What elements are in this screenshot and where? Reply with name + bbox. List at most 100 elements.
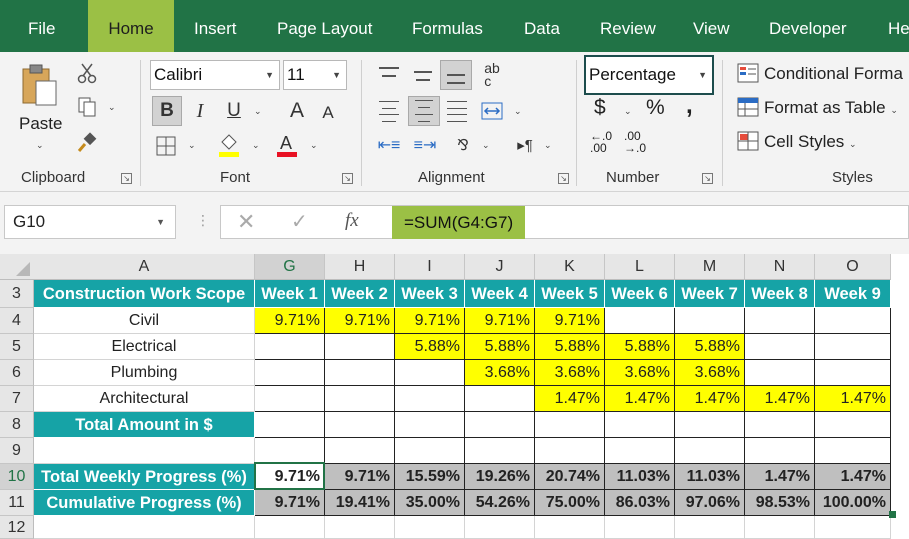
currency-dropdown-icon[interactable]: ⌄ <box>624 106 632 117</box>
formula-input-area[interactable]: ✕ ✓ fx =SUM(G4:G7) <box>220 205 909 239</box>
cell-j7[interactable] <box>465 386 535 412</box>
fill-color-dropdown-icon[interactable]: ⌄ <box>252 140 260 151</box>
cell-o4[interactable] <box>815 308 891 334</box>
align-center-icon[interactable] <box>408 96 440 126</box>
column-header-g[interactable]: G <box>255 254 325 280</box>
column-header-k[interactable]: K <box>535 254 605 280</box>
cell-j12[interactable] <box>465 516 535 539</box>
cell-k10[interactable]: 20.74% <box>535 464 605 490</box>
cell-k9[interactable] <box>535 438 605 464</box>
cell-k6[interactable]: 3.68% <box>535 360 605 386</box>
cell-i10[interactable]: 15.59% <box>395 464 465 490</box>
cell-h11[interactable]: 19.41% <box>325 490 395 516</box>
cell-k8[interactable] <box>535 412 605 438</box>
cell-o3[interactable]: Week 9 <box>815 280 891 308</box>
clipboard-launcher-icon[interactable]: ↘ <box>121 173 132 184</box>
cell-a9[interactable] <box>34 438 255 464</box>
column-header-i[interactable]: I <box>395 254 465 280</box>
paste-dropdown-icon[interactable]: ⌄ <box>36 140 44 151</box>
increase-font-size-button[interactable]: A <box>284 96 310 126</box>
row-header-10[interactable]: 10 <box>0 464 34 490</box>
cell-n8[interactable] <box>745 412 815 438</box>
formula-input[interactable]: =SUM(G4:G7) <box>392 206 526 239</box>
cell-l12[interactable] <box>605 516 675 539</box>
cell-m5[interactable]: 5.88% <box>675 334 745 360</box>
cell-n7[interactable]: 1.47% <box>745 386 815 412</box>
cell-j9[interactable] <box>465 438 535 464</box>
cell-h6[interactable] <box>325 360 395 386</box>
cell-i9[interactable] <box>395 438 465 464</box>
cell-m12[interactable] <box>675 516 745 539</box>
row-header-6[interactable]: 6 <box>0 360 34 386</box>
align-left-icon[interactable] <box>376 98 402 124</box>
cell-o8[interactable] <box>815 412 891 438</box>
cell-n11[interactable]: 98.53% <box>745 490 815 516</box>
cell-g10[interactable]: 9.71% <box>255 464 325 490</box>
tab-help[interactable]: He <box>888 0 909 52</box>
tab-review[interactable]: Review <box>600 0 656 52</box>
underline-button[interactable]: U <box>220 96 248 126</box>
cell-k11[interactable]: 75.00% <box>535 490 605 516</box>
paragraph-direction-icon[interactable]: ▸¶ <box>510 132 540 158</box>
cell-g8[interactable] <box>255 412 325 438</box>
cell-g7[interactable] <box>255 386 325 412</box>
font-color-dropdown-icon[interactable]: ⌄ <box>310 140 318 151</box>
cell-l8[interactable] <box>605 412 675 438</box>
cell-a3[interactable]: Construction Work Scope <box>34 280 255 308</box>
merge-dropdown-icon[interactable]: ⌄ <box>514 106 522 117</box>
format-painter-icon[interactable] <box>74 130 100 156</box>
tab-page-layout[interactable]: Page Layout <box>277 0 372 52</box>
decrease-decimal-button[interactable]: .00 →.0 <box>624 130 646 154</box>
borders-dropdown-icon[interactable]: ⌄ <box>188 140 196 151</box>
cell-l10[interactable]: 11.03% <box>605 464 675 490</box>
cell-o12[interactable] <box>815 516 891 539</box>
tab-file[interactable]: File <box>28 0 55 52</box>
orientation-icon[interactable]: ab c <box>478 60 506 90</box>
row-header-12[interactable]: 12 <box>0 516 34 539</box>
increase-decimal-button[interactable]: ←.0 .00 <box>590 130 612 154</box>
text-direction-dropdown-icon[interactable]: ⌄ <box>482 140 490 151</box>
tab-home[interactable]: Home <box>88 0 174 52</box>
cell-a8[interactable]: Total Amount in $ <box>34 412 255 438</box>
cell-a11[interactable]: Cumulative Progress (%) <box>34 490 255 516</box>
cell-l11[interactable]: 86.03% <box>605 490 675 516</box>
row-header-11[interactable]: 11 <box>0 490 34 516</box>
cell-a7[interactable]: Architectural <box>34 386 255 412</box>
cell-k3[interactable]: Week 5 <box>535 280 605 308</box>
cell-i6[interactable] <box>395 360 465 386</box>
italic-button[interactable]: I <box>186 96 214 126</box>
tab-insert[interactable]: Insert <box>194 0 237 52</box>
cell-h5[interactable] <box>325 334 395 360</box>
comma-style-button[interactable]: , <box>686 92 693 120</box>
cell-k4[interactable]: 9.71% <box>535 308 605 334</box>
select-all-corner[interactable] <box>0 254 35 280</box>
cell-g5[interactable] <box>255 334 325 360</box>
conditional-formatting-button[interactable]: Conditional Forma <box>764 64 903 84</box>
cell-j4[interactable]: 9.71% <box>465 308 535 334</box>
paste-button[interactable] <box>16 62 62 108</box>
tab-view[interactable]: View <box>693 0 730 52</box>
tab-developer[interactable]: Developer <box>769 0 847 52</box>
currency-format-button[interactable]: $ <box>594 96 606 120</box>
cell-o10[interactable]: 1.47% <box>815 464 891 490</box>
decrease-indent-icon[interactable]: ⇤≡ <box>374 132 404 158</box>
cell-i7[interactable] <box>395 386 465 412</box>
tab-data[interactable]: Data <box>524 0 560 52</box>
cell-n12[interactable] <box>745 516 815 539</box>
cancel-icon[interactable]: ✕ <box>237 209 255 235</box>
column-header-j[interactable]: J <box>465 254 535 280</box>
wrap-text-icon[interactable] <box>478 98 506 124</box>
cell-o11[interactable]: 100.00% <box>815 490 891 516</box>
cell-l7[interactable]: 1.47% <box>605 386 675 412</box>
cell-m10[interactable]: 11.03% <box>675 464 745 490</box>
row-header-5[interactable]: 5 <box>0 334 34 360</box>
cell-a6[interactable]: Plumbing <box>34 360 255 386</box>
cell-m6[interactable]: 3.68% <box>675 360 745 386</box>
cell-m8[interactable] <box>675 412 745 438</box>
cell-g3[interactable]: Week 1 <box>255 280 325 308</box>
cell-g4[interactable]: 9.71% <box>255 308 325 334</box>
cell-n9[interactable] <box>745 438 815 464</box>
cell-styles-button[interactable]: Cell Styles ⌄ <box>764 132 857 152</box>
cell-k12[interactable] <box>535 516 605 539</box>
cell-n3[interactable]: Week 8 <box>745 280 815 308</box>
